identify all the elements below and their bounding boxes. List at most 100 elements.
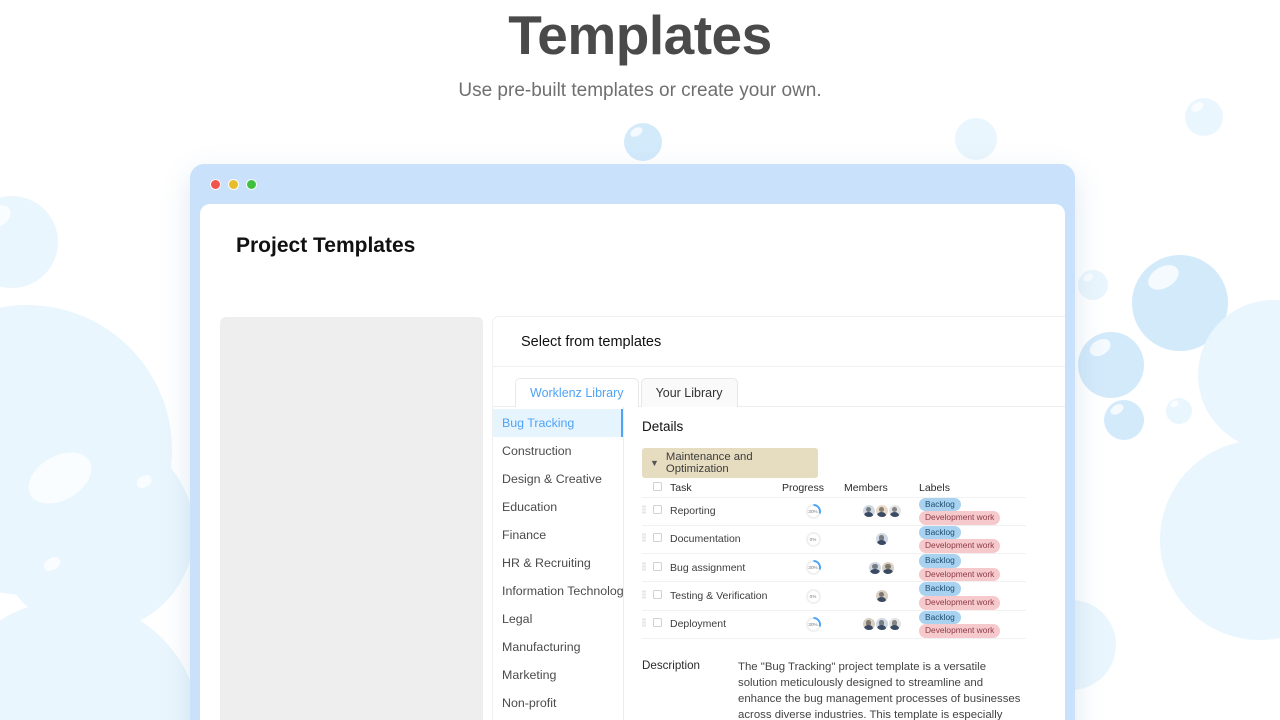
- drag-handle-cell[interactable]: [642, 553, 653, 583]
- drag-handle-cell[interactable]: [642, 497, 653, 526]
- table-row[interactable]: Bug assignment 30% Backlog Development w…: [642, 553, 1026, 583]
- select-all-checkbox[interactable]: [653, 482, 662, 492]
- drag-handle-cell[interactable]: [642, 525, 653, 555]
- progress-value: 0%: [807, 590, 819, 602]
- status-badge: Backlog: [919, 610, 961, 625]
- avatar-group: [844, 618, 919, 631]
- table-row[interactable]: Deployment 30% Backlog Development work: [642, 610, 1026, 640]
- select-all-cell[interactable]: [653, 480, 670, 498]
- row-select-cell[interactable]: [653, 553, 670, 583]
- drag-handle-icon[interactable]: [642, 561, 646, 571]
- row-checkbox[interactable]: [653, 590, 662, 600]
- app-page-title: Project Templates: [236, 234, 416, 257]
- close-window-icon[interactable]: [210, 178, 221, 190]
- avatar: [888, 618, 901, 631]
- column-header-task: Task: [670, 480, 782, 498]
- progress-ring-icon: 30%: [805, 503, 821, 519]
- sidebar-item-marketing[interactable]: Marketing: [493, 661, 623, 689]
- table-row[interactable]: Reporting 30% Backlog Development work: [642, 497, 1026, 526]
- task-table: Task Progress Members Labels Reporting 3…: [642, 480, 1026, 640]
- sidebar-item-hr-recruiting[interactable]: HR & Recruiting: [493, 549, 623, 577]
- sidebar-item-bug-tracking[interactable]: Bug Tracking: [493, 409, 623, 437]
- avatar: [862, 618, 875, 631]
- task-labels: Backlog Development work: [919, 610, 1026, 640]
- progress-value: 30%: [807, 618, 819, 630]
- drag-column-header: [642, 480, 653, 498]
- row-select-cell[interactable]: [653, 610, 670, 640]
- drag-handle-cell[interactable]: [642, 581, 653, 611]
- drag-handle-icon[interactable]: [642, 618, 646, 628]
- avatar: [888, 505, 901, 518]
- task-labels: Backlog Development work: [919, 525, 1026, 555]
- sidebar-item-non-profit[interactable]: Non-profit: [493, 689, 623, 717]
- task-labels: Backlog Development work: [919, 581, 1026, 611]
- sidebar-item-design-creative[interactable]: Design & Creative: [493, 465, 623, 493]
- task-name: Testing & Verification: [670, 581, 782, 611]
- detail-heading: Details: [642, 419, 684, 434]
- status-badge: Development work: [919, 596, 1001, 610]
- avatar: [882, 561, 894, 574]
- row-checkbox[interactable]: [653, 618, 662, 628]
- browser-window: Project Templates Select from templates …: [190, 164, 1075, 720]
- avatar-group: [844, 590, 919, 603]
- sidebar-item-finance[interactable]: Finance: [493, 521, 623, 549]
- progress-ring-icon: 30%: [805, 560, 821, 576]
- status-badge: Development work: [919, 624, 1001, 639]
- status-badge: Development work: [919, 511, 1001, 525]
- page-subtitle: Use pre-built templates or create your o…: [458, 80, 822, 101]
- status-badge: Development work: [919, 539, 1001, 554]
- sidebar-item-legal[interactable]: Legal: [493, 605, 623, 633]
- minimize-window-icon[interactable]: [228, 178, 239, 190]
- row-select-cell[interactable]: [653, 497, 670, 526]
- sidebar-item-construction[interactable]: Construction: [493, 437, 623, 465]
- description-text: The "Bug Tracking" project template is a…: [738, 661, 1021, 720]
- task-name: Reporting: [670, 497, 782, 526]
- progress-ring-icon: 30%: [805, 616, 821, 632]
- sidebar-item-manufacturing[interactable]: Manufacturing: [493, 633, 623, 661]
- row-checkbox[interactable]: [653, 505, 662, 515]
- sidebar-item-information-technology[interactable]: Information Technology: [493, 577, 623, 605]
- drag-handle-icon[interactable]: [642, 505, 646, 515]
- status-badge: Backlog: [919, 582, 961, 597]
- task-table-header-row: Task Progress Members Labels: [642, 480, 1026, 498]
- description-row: Description The "Bug Tracking" project t…: [642, 659, 1028, 720]
- window-titlebar: [190, 164, 1075, 204]
- phase-group-header[interactable]: ▼ Maintenance and Optimization: [642, 448, 818, 478]
- sidebar-item-education[interactable]: Education: [493, 493, 623, 521]
- task-members: [844, 581, 919, 611]
- table-row[interactable]: Documentation 0% Backlog Development wor…: [642, 525, 1026, 555]
- progress-value: 0%: [807, 533, 819, 545]
- column-header-labels: Labels: [919, 480, 1026, 498]
- template-category-list[interactable]: Bug Tracking Construction Design & Creat…: [493, 407, 624, 720]
- status-badge: Development work: [919, 567, 1001, 582]
- row-checkbox[interactable]: [653, 561, 662, 571]
- chevron-down-icon: ▼: [650, 458, 659, 468]
- task-name: Documentation: [670, 525, 782, 555]
- task-progress: 30%: [782, 610, 844, 640]
- avatar-group: [844, 533, 919, 546]
- drag-handle-icon[interactable]: [642, 590, 646, 600]
- templates-card: Select from templates Worklenz Library Y…: [493, 317, 1065, 720]
- maximize-window-icon[interactable]: [246, 178, 257, 190]
- tab-worklenz-library[interactable]: Worklenz Library: [515, 378, 639, 407]
- task-name: Deployment: [670, 610, 782, 640]
- library-tabs: Worklenz Library Your Library: [493, 367, 1065, 407]
- avatar: [875, 533, 888, 546]
- row-select-cell[interactable]: [653, 581, 670, 611]
- column-header-members: Members: [844, 480, 919, 498]
- tab-your-library[interactable]: Your Library: [640, 378, 738, 407]
- page-root: Templates Use pre-built templates or cre…: [0, 0, 1280, 720]
- hero-section: Templates Use pre-built templates or cre…: [0, 0, 1280, 102]
- avatar: [875, 590, 888, 603]
- avatar-group: [844, 505, 919, 518]
- app-body: Select from templates Worklenz Library Y…: [220, 317, 1065, 720]
- progress-ring-icon: 0%: [805, 531, 821, 547]
- table-row[interactable]: Testing & Verification 0% Backlog Develo…: [642, 581, 1026, 611]
- row-checkbox[interactable]: [653, 533, 662, 543]
- drag-handle-cell[interactable]: [642, 610, 653, 640]
- drag-handle-icon[interactable]: [642, 533, 646, 543]
- avatar: [869, 561, 881, 574]
- task-members: [844, 610, 919, 640]
- row-select-cell[interactable]: [653, 525, 670, 555]
- task-progress: 0%: [782, 581, 844, 611]
